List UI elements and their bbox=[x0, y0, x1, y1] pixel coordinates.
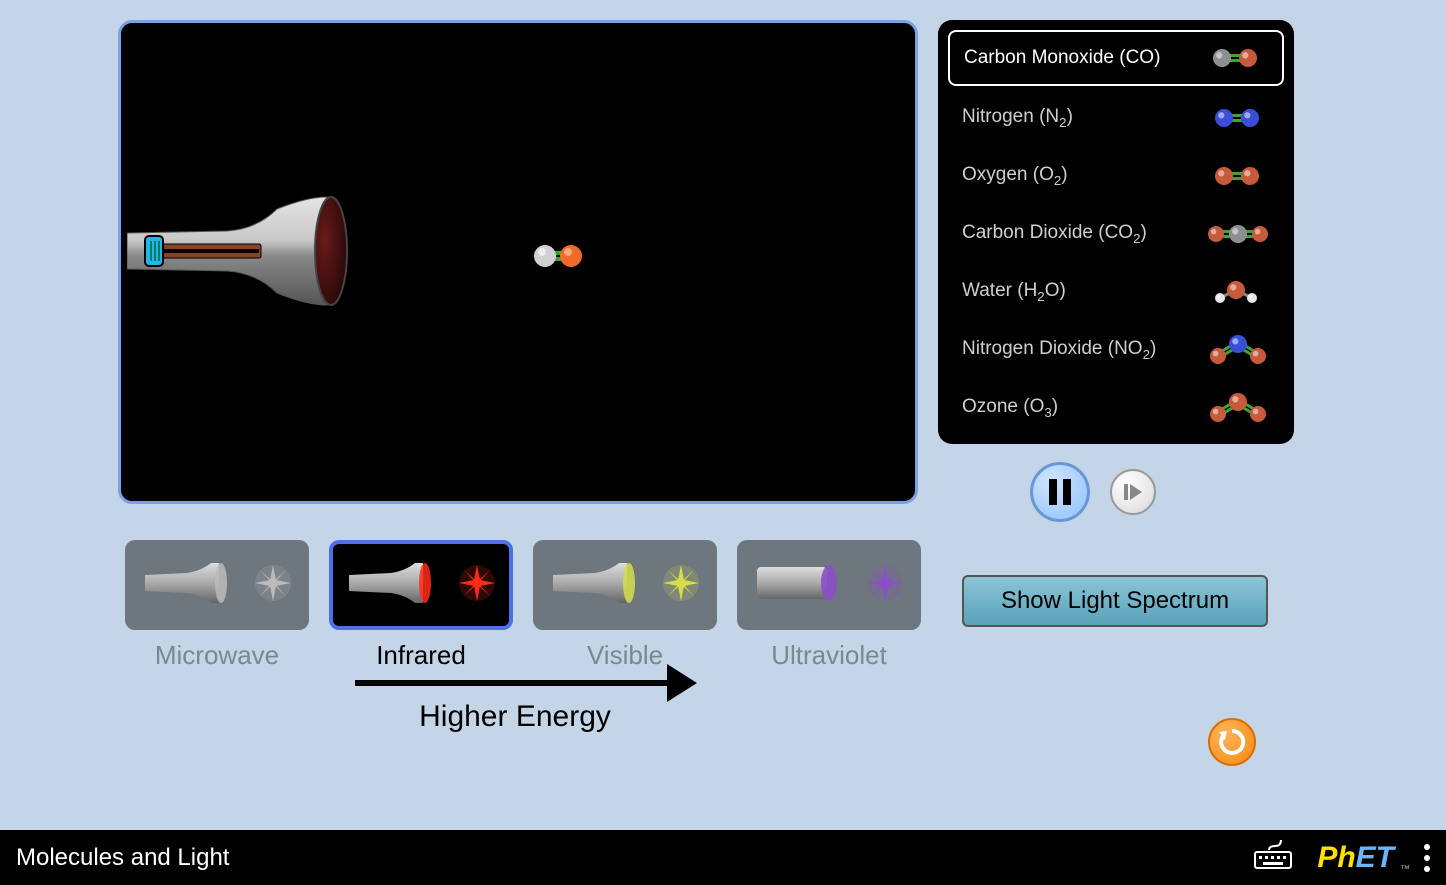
playback-controls bbox=[1030, 462, 1156, 522]
step-icon bbox=[1122, 481, 1144, 503]
pause-icon bbox=[1049, 479, 1071, 505]
reset-icon bbox=[1217, 727, 1247, 757]
photon-emitter[interactable] bbox=[127, 191, 357, 311]
molecule-option-o3[interactable]: Ozone (O3) bbox=[948, 382, 1284, 434]
light-source-selector: Microwave Infrared bbox=[125, 540, 921, 671]
phet-logo[interactable]: PhET bbox=[1317, 841, 1394, 875]
light-tile bbox=[125, 540, 309, 630]
molecule-option-o2[interactable]: Oxygen (O2) bbox=[948, 150, 1284, 202]
molecule-option-co2[interactable]: Carbon Dioxide (CO2) bbox=[948, 208, 1284, 260]
keyboard-icon[interactable] bbox=[1253, 838, 1293, 877]
light-label: Microwave bbox=[125, 640, 309, 671]
step-button[interactable] bbox=[1110, 469, 1156, 515]
molecule-option-no2[interactable]: Nitrogen Dioxide (NO2) bbox=[948, 324, 1284, 376]
energy-arrow: Higher Energy bbox=[345, 680, 685, 734]
flashlight-icon bbox=[547, 555, 647, 616]
light-burst-icon bbox=[251, 561, 295, 610]
molecule-label: Water (H2O) bbox=[962, 280, 1066, 304]
spectrum-button-label: Show Light Spectrum bbox=[1001, 587, 1229, 615]
arrow-icon bbox=[355, 680, 675, 686]
molecule-label: Ozone (O3) bbox=[962, 396, 1058, 420]
light-label: Ultraviolet bbox=[737, 640, 921, 671]
molecule-label: Nitrogen (N2) bbox=[962, 106, 1073, 130]
pause-button[interactable] bbox=[1030, 462, 1090, 522]
molecule-panel: Carbon Monoxide (CO) Nitrogen (N2) Oxyge… bbox=[938, 20, 1294, 444]
light-burst-icon bbox=[863, 561, 907, 610]
light-source-ultraviolet[interactable]: Ultraviolet bbox=[737, 540, 921, 671]
show-light-spectrum-button[interactable]: Show Light Spectrum bbox=[962, 575, 1268, 627]
light-source-microwave[interactable]: Microwave bbox=[125, 540, 309, 671]
sim-title: Molecules and Light bbox=[16, 844, 1253, 872]
molecule-icon-h2o bbox=[1180, 276, 1270, 308]
energy-label: Higher Energy bbox=[345, 700, 685, 734]
light-burst-icon bbox=[659, 561, 703, 610]
molecule-label: Carbon Monoxide (CO) bbox=[964, 47, 1160, 69]
light-tile bbox=[533, 540, 717, 630]
light-tile bbox=[737, 540, 921, 630]
molecule-icon-o3 bbox=[1180, 392, 1270, 424]
light-label: Infrared bbox=[329, 640, 513, 671]
flashlight-icon bbox=[139, 555, 239, 616]
flashlight-icon bbox=[751, 555, 851, 616]
molecule-icon-n2 bbox=[1180, 102, 1270, 134]
molecule-icon-co bbox=[1178, 42, 1268, 74]
molecule-label: Nitrogen Dioxide (NO2) bbox=[962, 338, 1156, 362]
light-burst-icon bbox=[455, 561, 499, 610]
menu-button[interactable] bbox=[1424, 844, 1430, 872]
light-source-infrared[interactable]: Infrared bbox=[329, 540, 513, 671]
molecule-label: Carbon Dioxide (CO2) bbox=[962, 222, 1147, 246]
molecule-label: Oxygen (O2) bbox=[962, 164, 1068, 188]
molecule-option-co[interactable]: Carbon Monoxide (CO) bbox=[948, 30, 1284, 86]
molecule-icon-o2 bbox=[1180, 160, 1270, 192]
bottom-bar: Molecules and Light PhET ™ bbox=[0, 830, 1446, 885]
trademark: ™ bbox=[1400, 864, 1410, 885]
reset-button[interactable] bbox=[1208, 718, 1256, 766]
molecule-icon-co2 bbox=[1180, 218, 1270, 250]
flashlight-icon bbox=[343, 555, 443, 616]
observation-window bbox=[118, 20, 918, 504]
light-source-visible[interactable]: Visible bbox=[533, 540, 717, 671]
molecule-option-n2[interactable]: Nitrogen (N2) bbox=[948, 92, 1284, 144]
target-molecule bbox=[531, 241, 585, 276]
molecule-option-h2o[interactable]: Water (H2O) bbox=[948, 266, 1284, 318]
molecule-icon-no2 bbox=[1180, 334, 1270, 366]
light-tile bbox=[329, 540, 513, 630]
